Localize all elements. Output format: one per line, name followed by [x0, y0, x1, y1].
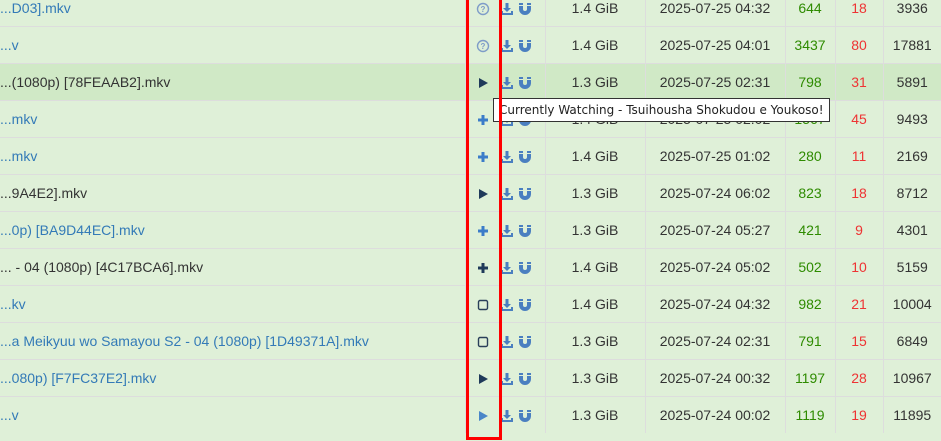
- magnet-icon[interactable]: [518, 335, 532, 349]
- torrent-title-link[interactable]: ...0p) [BA9D44EC].mkv: [0, 222, 145, 238]
- date-cell: 2025-07-24 06:02: [644, 174, 785, 212]
- highlight-annotation-box: [466, 0, 502, 440]
- seeders-cell: 421: [784, 211, 835, 249]
- completed-cell: 5159: [882, 248, 941, 286]
- torrent-title-link[interactable]: ...080p) [F7FC37E2].mkv: [0, 370, 156, 386]
- size-cell: 1.4 GiB: [544, 285, 645, 323]
- torrent-title-link[interactable]: ...mkv: [0, 148, 37, 164]
- torrent-title-link[interactable]: ...a Meikyuu wo Samayou S2 - 04 (1080p) …: [0, 333, 369, 349]
- magnet-icon[interactable]: [518, 150, 532, 164]
- date-cell: 2025-07-24 05:27: [644, 211, 785, 249]
- torrent-title-link[interactable]: ... - 04 (1080p) [4C17BCA6].mkv: [0, 259, 203, 275]
- date-cell: 2025-07-24 04:32: [644, 285, 785, 323]
- size-cell: 1.3 GiB: [544, 63, 645, 101]
- size-cell: 1.3 GiB: [544, 359, 645, 397]
- size-cell: 1.4 GiB: [544, 0, 645, 27]
- completed-cell: 8712: [882, 174, 941, 212]
- leechers-cell: 18: [834, 0, 883, 27]
- leechers-cell: 11: [834, 137, 883, 175]
- completed-cell: 6849: [882, 322, 941, 360]
- seeders-cell: 644: [784, 0, 835, 27]
- completed-cell: 5891: [882, 63, 941, 101]
- seeders-cell: 3437: [784, 26, 835, 64]
- magnet-icon[interactable]: [518, 298, 532, 312]
- leechers-cell: 45: [834, 100, 883, 138]
- date-cell: 2025-07-25 04:32: [644, 0, 785, 27]
- date-cell: 2025-07-24 00:32: [644, 359, 785, 397]
- torrent-title-link[interactable]: ...kv: [0, 296, 26, 312]
- seeders-cell: 791: [784, 322, 835, 360]
- date-cell: 2025-07-25 02:31: [644, 63, 785, 101]
- magnet-icon[interactable]: [518, 39, 532, 53]
- magnet-icon[interactable]: [518, 76, 532, 90]
- torrent-title-link[interactable]: ...D03].mkv: [0, 0, 71, 16]
- torrent-title-link[interactable]: ...9A4E2].mkv: [0, 185, 87, 201]
- completed-cell: 4301: [882, 211, 941, 249]
- completed-cell: 9493: [882, 100, 941, 138]
- seeders-cell: 982: [784, 285, 835, 323]
- size-cell: 1.4 GiB: [544, 26, 645, 64]
- seeders-cell: 1119: [784, 396, 835, 433]
- leechers-cell: 15: [834, 322, 883, 360]
- size-cell: 1.3 GiB: [544, 174, 645, 212]
- torrent-title-link[interactable]: ...v: [0, 37, 19, 53]
- completed-cell: 3936: [882, 0, 941, 27]
- seeders-cell: 823: [784, 174, 835, 212]
- date-cell: 2025-07-24 02:31: [644, 322, 785, 360]
- size-cell: 1.3 GiB: [544, 396, 645, 433]
- leechers-cell: 9: [834, 211, 883, 249]
- magnet-icon[interactable]: [518, 187, 532, 201]
- size-cell: 1.4 GiB: [544, 248, 645, 286]
- magnet-icon[interactable]: [518, 372, 532, 386]
- leechers-cell: 10: [834, 248, 883, 286]
- leechers-cell: 19: [834, 396, 883, 433]
- size-cell: 1.3 GiB: [544, 322, 645, 360]
- seeders-cell: 502: [784, 248, 835, 286]
- size-cell: 1.4 GiB: [544, 137, 645, 175]
- completed-cell: 17881: [882, 26, 941, 64]
- date-cell: 2025-07-25 01:02: [644, 137, 785, 175]
- size-cell: 1.3 GiB: [544, 211, 645, 249]
- completed-cell: 10004: [882, 285, 941, 323]
- magnet-icon[interactable]: [518, 2, 532, 16]
- leechers-cell: 31: [834, 63, 883, 101]
- seeders-cell: 798: [784, 63, 835, 101]
- leechers-cell: 21: [834, 285, 883, 323]
- leechers-cell: 28: [834, 359, 883, 397]
- tooltip: Currently Watching - Tsuihousha Shokudou…: [493, 98, 830, 122]
- magnet-icon[interactable]: [518, 224, 532, 238]
- date-cell: 2025-07-25 04:01: [644, 26, 785, 64]
- completed-cell: 10967: [882, 359, 941, 397]
- magnet-icon[interactable]: [518, 261, 532, 275]
- leechers-cell: 18: [834, 174, 883, 212]
- leechers-cell: 80: [834, 26, 883, 64]
- completed-cell: 11895: [882, 396, 941, 433]
- torrent-title-link[interactable]: ...(1080p) [78FEAAB2].mkv: [0, 74, 170, 90]
- date-cell: 2025-07-24 05:02: [644, 248, 785, 286]
- torrent-title-link[interactable]: ...mkv: [0, 111, 37, 127]
- torrent-title-link[interactable]: ...v: [0, 407, 19, 423]
- magnet-icon[interactable]: [518, 409, 532, 423]
- completed-cell: 2169: [882, 137, 941, 175]
- seeders-cell: 1197: [784, 359, 835, 397]
- seeders-cell: 280: [784, 137, 835, 175]
- date-cell: 2025-07-24 00:02: [644, 396, 785, 433]
